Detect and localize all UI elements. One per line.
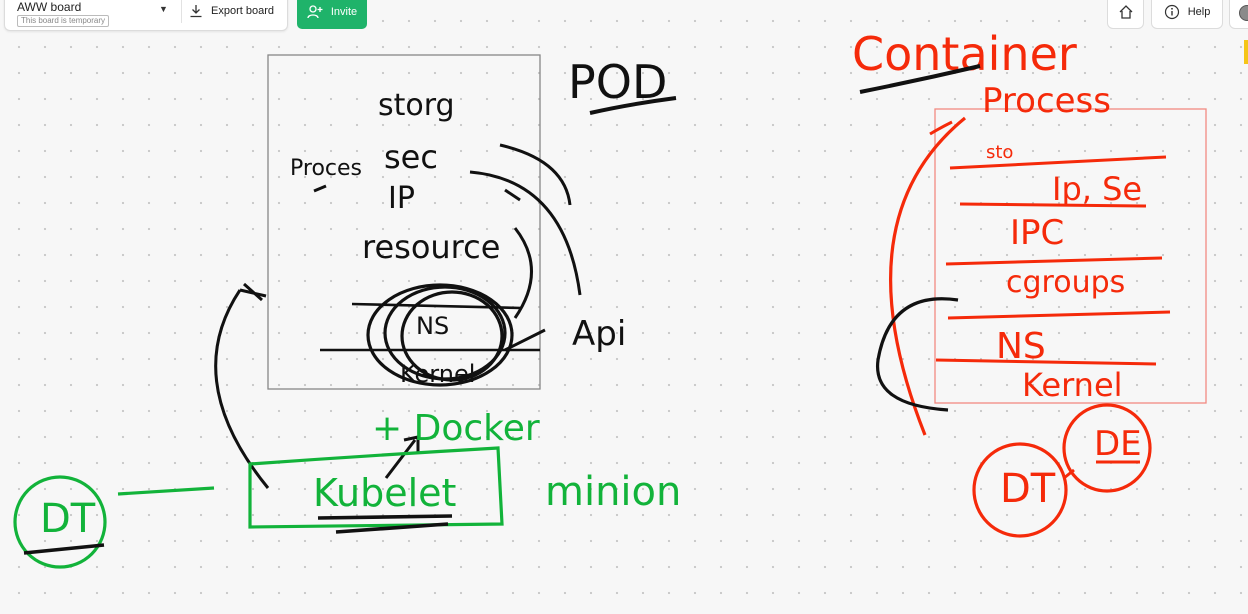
dt-right-label: DT xyxy=(1000,466,1056,512)
layer-line-4 xyxy=(947,310,1171,320)
api-label: Api xyxy=(572,314,626,354)
ns-kernel-brace xyxy=(875,297,959,412)
dt-to-kubelet-line xyxy=(117,486,215,496)
kernel-label: Kernel xyxy=(400,360,475,388)
kubelet-to-pod-arrow xyxy=(214,289,270,489)
pod-item-sec: sec xyxy=(384,138,438,176)
dt-left-label: DT xyxy=(40,496,96,542)
container-layer-process: Process xyxy=(982,81,1111,121)
layer-line-5 xyxy=(935,358,1157,366)
docker-label: + Docker xyxy=(372,408,540,449)
container-layer-storage: sto xyxy=(986,142,1013,163)
process-label: Proces xyxy=(290,156,362,181)
layer-line-3 xyxy=(945,256,1163,266)
layer-line-2 xyxy=(959,202,1147,208)
container-layer-ipc: IPC xyxy=(1010,213,1064,253)
de-label: DE xyxy=(1094,424,1142,464)
pod-item-resource: resource xyxy=(362,228,500,266)
arc-resource-to-ns xyxy=(513,227,533,319)
pod-item-ip: IP xyxy=(388,181,415,216)
container-layer-ip-sec: Ip, Se xyxy=(1052,170,1142,208)
process-dash xyxy=(313,184,327,193)
container-label: Container xyxy=(852,27,1077,81)
arrow-head xyxy=(239,282,267,302)
container-layer-cgroups: cgroups xyxy=(1006,265,1125,300)
whiteboard-canvas[interactable]: POD storg sec IP resource Proces NS Kern… xyxy=(0,0,1248,614)
container-layer-kernel: Kernel xyxy=(1022,366,1123,404)
minion-label: minion xyxy=(545,469,681,515)
layer-line-1 xyxy=(949,155,1167,170)
container-frame xyxy=(934,108,1207,404)
kubelet-label: Kubelet xyxy=(313,471,456,515)
arc-tick xyxy=(504,188,521,202)
ns-label: NS xyxy=(416,312,449,340)
kubelet-underline-1 xyxy=(317,514,453,520)
pod-item-storage: storg xyxy=(378,88,455,123)
container-brace xyxy=(889,116,967,436)
